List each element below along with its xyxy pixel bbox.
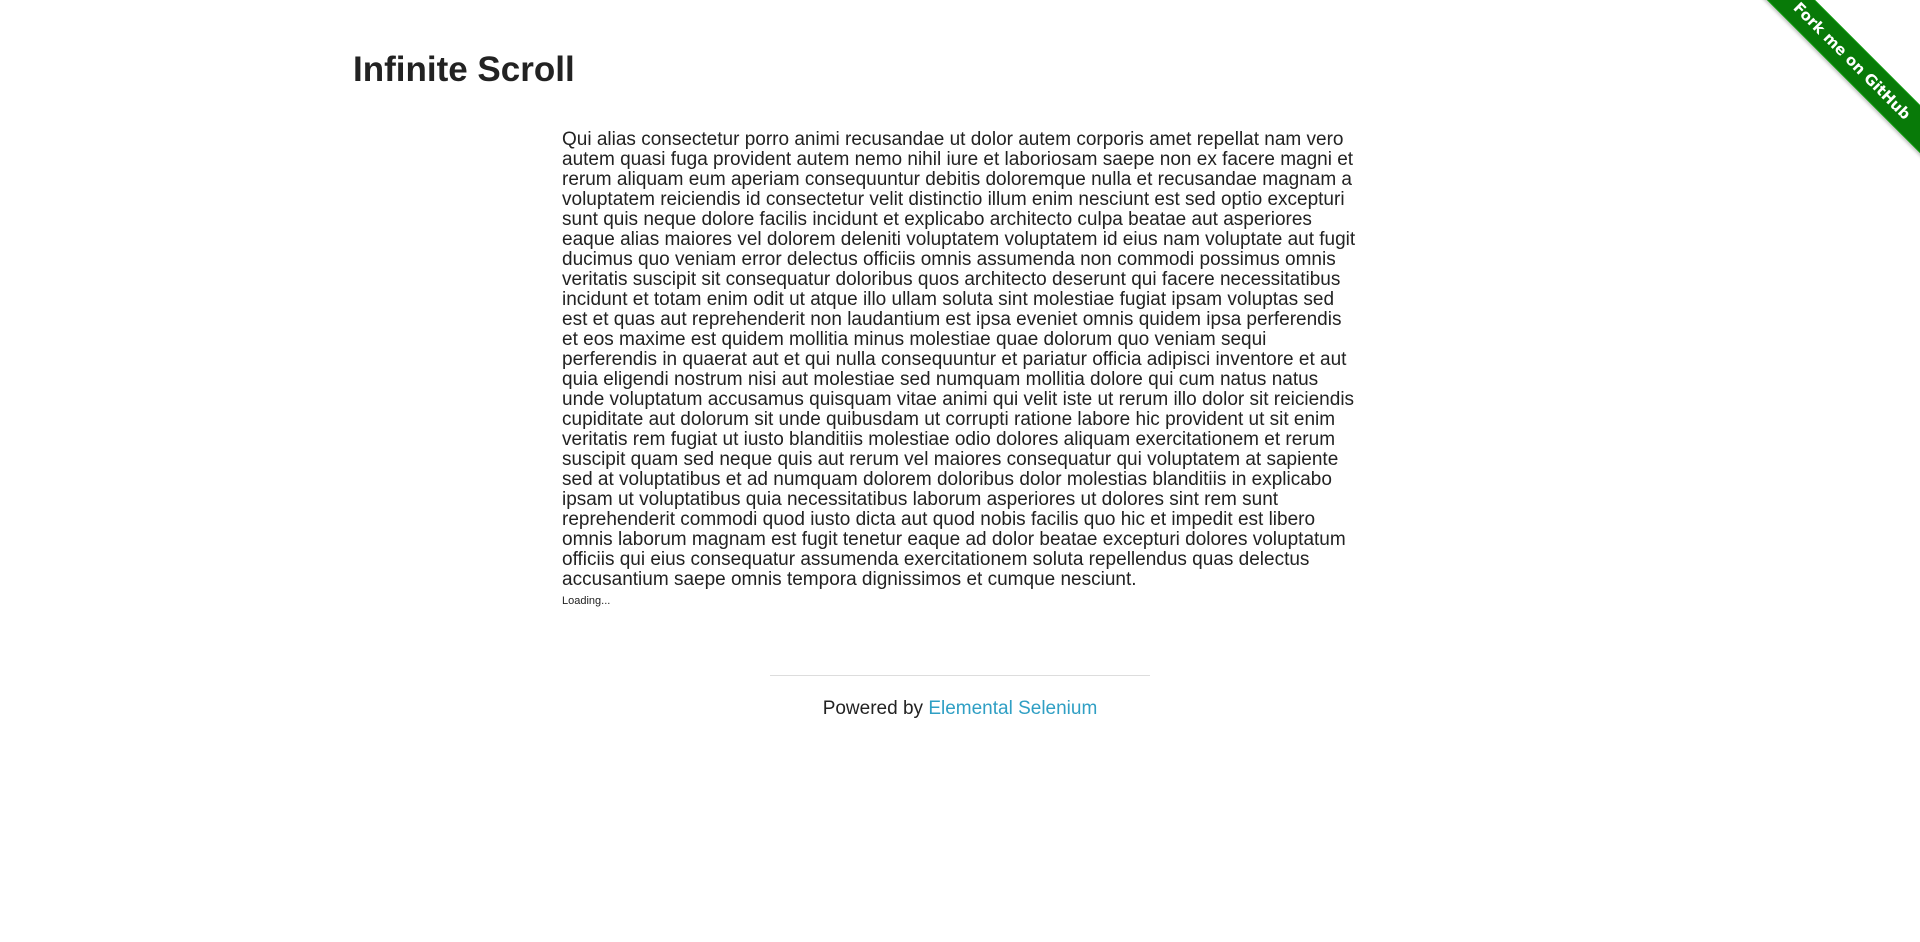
page-title: Infinite Scroll (353, 50, 575, 89)
fork-me-on-github-ribbon[interactable]: Fork me on GitHub (1750, 0, 1920, 165)
infinite-scroll-content[interactable]: Qui alias consectetur porro animi recusa… (562, 130, 1362, 608)
page: Infinite Scroll Qui alias consectetur po… (0, 0, 1920, 942)
loading-indicator: Loading... (562, 595, 611, 607)
footer-powered-by-text: Powered by (822, 698, 929, 719)
github-ribbon-container: Fork me on GitHub (1750, 0, 1920, 170)
scroll-paragraph: Qui alias consectetur porro animi recusa… (562, 129, 1356, 590)
elemental-selenium-link[interactable]: Elemental Selenium (928, 698, 1097, 719)
page-footer: Powered by Elemental Selenium (770, 675, 1150, 720)
